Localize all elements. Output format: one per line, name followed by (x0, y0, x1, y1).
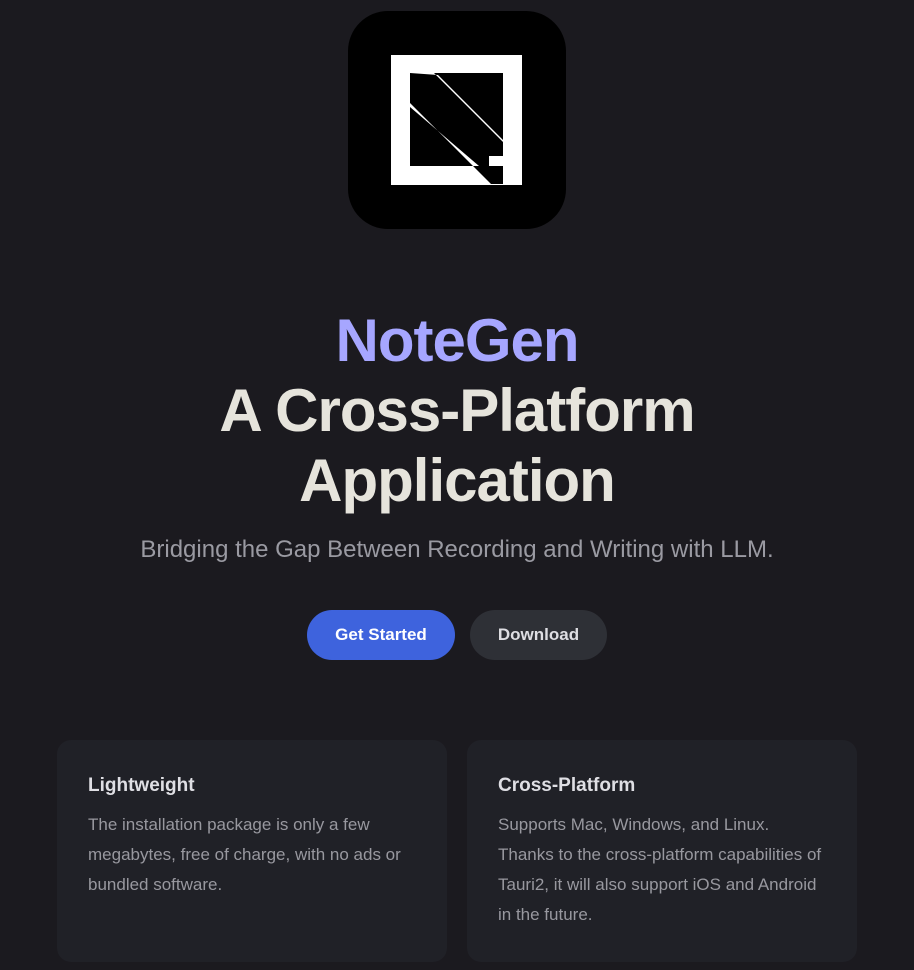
feature-description: The installation package is only a few m… (88, 815, 401, 894)
feature-title: Cross-Platform (498, 775, 636, 796)
download-button[interactable]: Download (470, 610, 607, 660)
tagline: Bridging the Gap Between Recording and W… (140, 536, 774, 563)
brand-title: NoteGen (335, 307, 579, 374)
get-started-button[interactable]: Get Started (307, 610, 455, 660)
logo-mark (391, 55, 522, 185)
landing-page: NoteGen A Cross-Platform Application Bri… (0, 0, 914, 970)
notegen-logo-icon (348, 11, 566, 229)
feature-card-cross-platform: Cross-Platform Supports Mac, Windows, an… (467, 740, 857, 962)
feature-description: Supports Mac, Windows, and Linux. Thanks… (498, 815, 822, 924)
feature-title: Lightweight (88, 775, 195, 796)
headline: A Cross-Platform Application (0, 376, 914, 516)
feature-card-lightweight: Lightweight The installation package is … (57, 740, 447, 962)
logo-mark-shape (391, 55, 522, 185)
headline-line-2: Application (299, 447, 616, 514)
headline-line-1: A Cross-Platform (219, 377, 695, 444)
